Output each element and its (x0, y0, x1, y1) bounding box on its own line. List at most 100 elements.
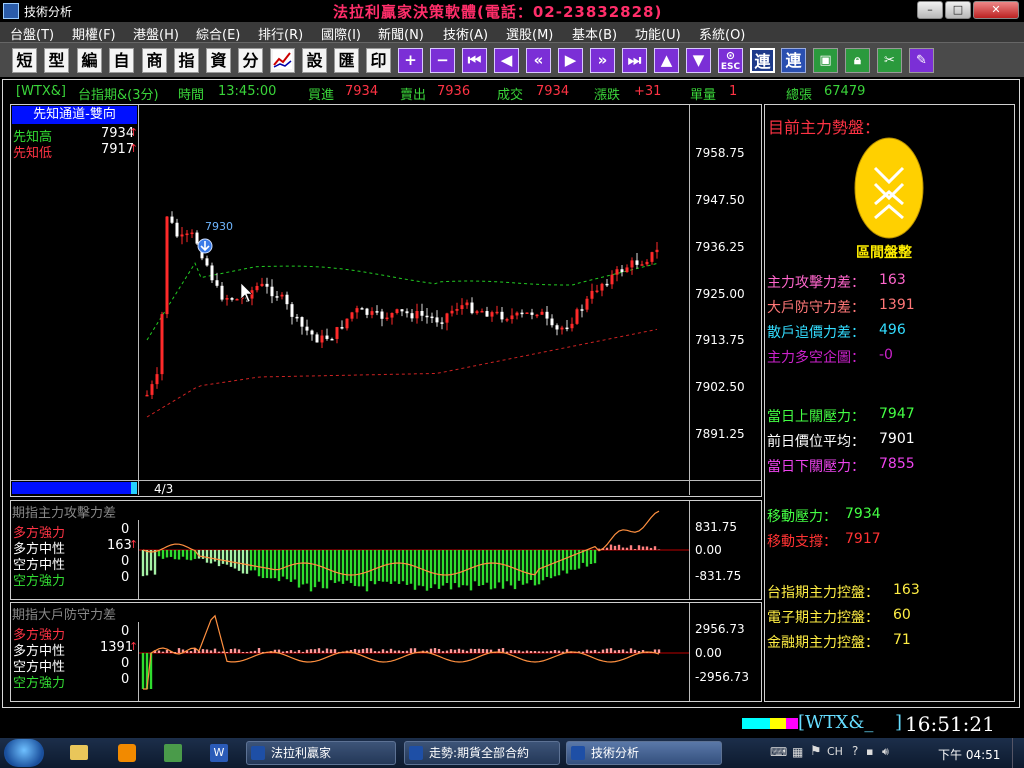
tools-icon[interactable]: ✂ (877, 48, 902, 73)
candle-body (420, 311, 424, 316)
candle-body (210, 265, 214, 281)
close-button[interactable]: ✕ (973, 1, 1019, 19)
candle-body (315, 334, 319, 343)
minimize-button[interactable]: – (917, 1, 943, 19)
attack-row-value: 0 (121, 522, 130, 537)
menu-item-xin-wen[interactable]: 新聞(N) (378, 24, 424, 43)
fast-forward-icon[interactable]: » (590, 48, 615, 73)
defense-bar (205, 649, 209, 653)
menu-item-gang-pan[interactable]: 港盤(H) (133, 24, 179, 43)
escape-button[interactable]: ⊙ ESC (718, 48, 743, 73)
prev-icon[interactable]: ◀ (494, 48, 519, 73)
lock-icon[interactable]: 🔒︎ (845, 48, 870, 73)
pattern-button[interactable]: 型 (44, 48, 69, 73)
menu-item-tai-pan[interactable]: 台盤(T) (10, 24, 54, 43)
candle-body (495, 311, 499, 314)
flag-icon[interactable]: ⚑ (810, 744, 822, 759)
menu-item-ji-ben[interactable]: 基本(B) (572, 24, 617, 43)
edit-button[interactable]: 編 (77, 48, 102, 73)
defense-bar (177, 648, 181, 653)
start-button[interactable] (4, 739, 44, 767)
self-button[interactable]: 自 (109, 48, 134, 73)
defense-bar (593, 649, 597, 653)
menu-item-zong-he[interactable]: 綜合(E) (196, 24, 240, 43)
scroll-bar[interactable] (12, 482, 137, 494)
defense-bar (361, 648, 365, 653)
attack-bar (569, 550, 573, 570)
data-button[interactable]: 資 (206, 48, 231, 73)
window-icon[interactable]: ▣ (813, 48, 838, 73)
menu-item-guo-ji[interactable]: 國際(I) (321, 24, 361, 43)
settings-button[interactable]: 設 (302, 48, 327, 73)
price-chart[interactable]: 7930 (139, 105, 689, 480)
move-value: 7934 (845, 506, 881, 522)
first-page-icon[interactable]: ⏮ (462, 48, 487, 73)
indicator-selector[interactable]: 先知通道-雙向 (12, 106, 137, 124)
tray-icon[interactable]: ▪ (866, 745, 873, 758)
keyboard-icon[interactable]: ⌨ (770, 745, 787, 759)
short-button[interactable]: 短 (12, 48, 37, 73)
up-arrow-icon[interactable]: ▲ (654, 48, 679, 73)
defense-bar (285, 650, 289, 653)
show-desktop-button[interactable] (1012, 738, 1024, 768)
volume-icon[interactable]: 🔊︎ (882, 745, 889, 759)
taskbar: W 法拉利贏家 走勢:期貨全部合約 技術分析 ⌨ ▦ ⚑ CH ? ▪ 🔊︎ 下… (0, 738, 1024, 768)
attack-tick: 831.75 (695, 520, 737, 534)
menu-item-gong-neng[interactable]: 功能(U) (635, 24, 681, 43)
maximize-button[interactable]: □ (945, 1, 971, 19)
zoom-in-button[interactable]: + (398, 48, 423, 73)
menu-item-ji-shu[interactable]: 技術(A) (443, 24, 488, 43)
period-button[interactable]: 分 (238, 48, 263, 73)
candle-body (260, 283, 264, 287)
app-icon (571, 746, 585, 760)
paint-icon[interactable] (164, 744, 182, 762)
price-tick: 7958.75 (695, 146, 745, 160)
link-button-2[interactable]: 連 (781, 48, 806, 73)
defense-bar (429, 648, 433, 653)
defense-bar (541, 651, 545, 653)
rewind-icon[interactable]: « (526, 48, 551, 73)
word-icon[interactable]: W (210, 744, 228, 762)
task-app-main[interactable]: 法拉利贏家 (246, 741, 396, 765)
defense-bar (141, 653, 145, 689)
explorer-icon[interactable] (70, 745, 88, 760)
chart-icon[interactable] (270, 48, 295, 73)
edit-note-icon[interactable]: ✎ (909, 48, 934, 73)
menu-item-xi-tong[interactable]: 系統(O) (699, 24, 745, 43)
ask-value: 7936 (437, 84, 471, 99)
menu-item-xuan-gu[interactable]: 選股(M) (506, 24, 553, 43)
attack-bar (241, 550, 245, 574)
attack-bar (441, 550, 445, 586)
defense-force-chart[interactable] (139, 603, 689, 701)
product-button[interactable]: 商 (142, 48, 167, 73)
network-icon[interactable]: ▦ (792, 745, 803, 759)
defense-bar (449, 649, 453, 653)
zoom-out-button[interactable]: − (430, 48, 455, 73)
link-button-1[interactable]: 連 (750, 48, 775, 73)
menu-item-pai-hang[interactable]: 排行(R) (258, 24, 303, 43)
media-player-icon[interactable] (118, 744, 136, 762)
attack-bar (529, 550, 533, 581)
last-page-icon[interactable]: ⏭ (622, 48, 647, 73)
candle-body (525, 312, 529, 315)
attack-force-chart[interactable] (139, 501, 689, 599)
task-quote-window[interactable]: 走勢:期貨全部合約 (404, 741, 560, 765)
export-button[interactable]: 匯 (334, 48, 359, 73)
next-icon[interactable]: ▶ (558, 48, 583, 73)
help-icon[interactable]: ? (852, 744, 858, 758)
menu-item-qi-quan[interactable]: 期權(F) (72, 24, 116, 43)
defense-bar (157, 650, 161, 653)
print-button[interactable]: 印 (366, 48, 391, 73)
defense-bar (509, 650, 513, 653)
indicator-button[interactable]: 指 (174, 48, 199, 73)
attack-bar (145, 550, 149, 576)
language-icon[interactable]: CH (827, 745, 843, 758)
defense-bar (477, 648, 481, 653)
attack-bar (657, 549, 661, 550)
attack-bar (161, 550, 165, 559)
attack-bar (401, 550, 405, 582)
candle-body (450, 310, 454, 314)
task-technical-analysis[interactable]: 技術分析 (566, 741, 722, 765)
down-arrow-icon[interactable]: ▼ (686, 48, 711, 73)
scroll-thumb[interactable] (131, 482, 137, 494)
